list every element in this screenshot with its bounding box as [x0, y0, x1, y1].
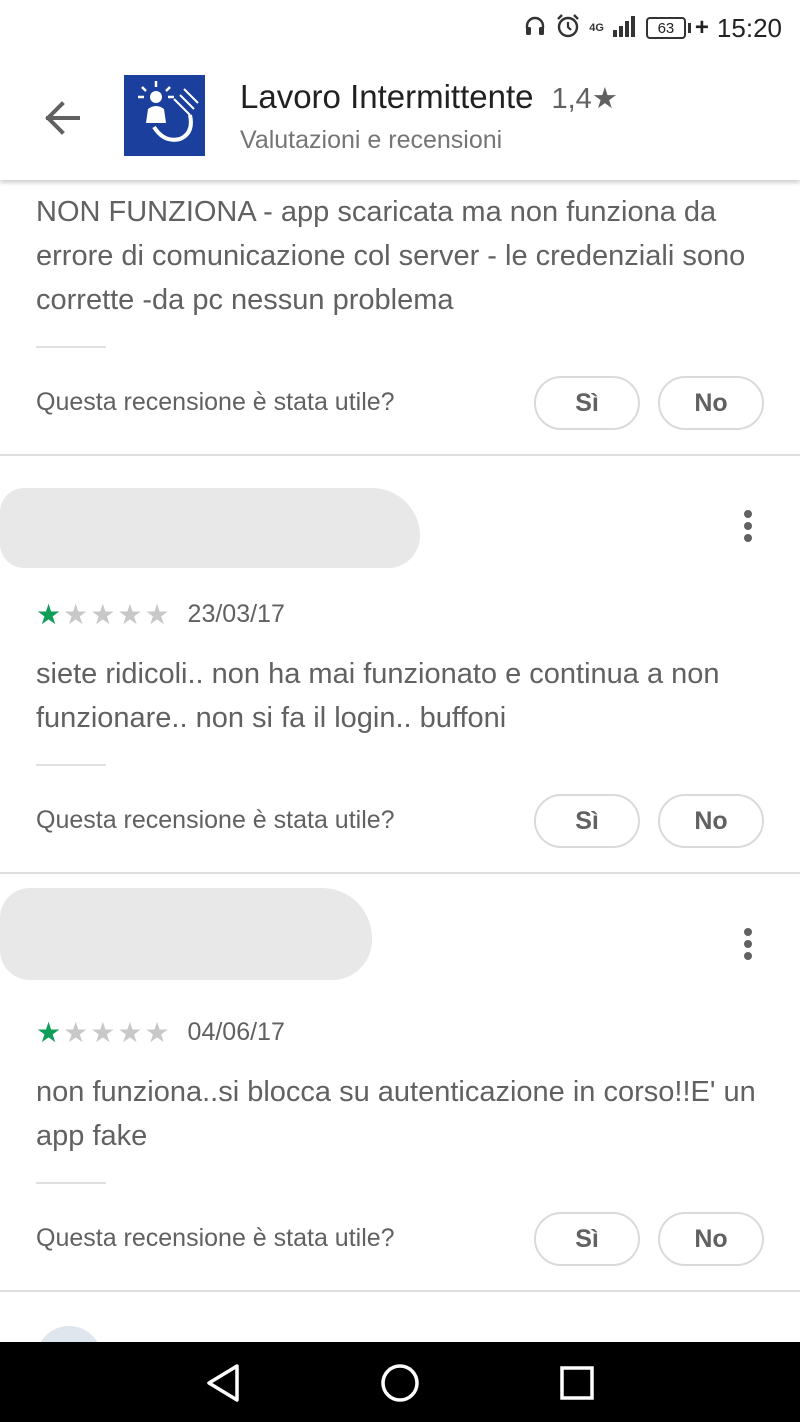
battery-icon: 63 + — [645, 14, 709, 42]
review-stars: ★ ★ ★ ★ ★ 23/03/17 — [36, 600, 285, 629]
nav-recents-button[interactable] — [552, 1358, 602, 1408]
arrow-back-icon — [45, 101, 80, 135]
helpful-yes-button[interactable]: Sì — [534, 794, 640, 848]
signal-icon — [612, 14, 638, 43]
helpful-row: Questa recensione è stata utile? Sì No — [0, 376, 800, 436]
battery-level: 63 — [645, 17, 686, 39]
review-divider — [0, 454, 800, 456]
divider — [36, 346, 106, 348]
more-options-button[interactable] — [736, 506, 760, 546]
back-button[interactable] — [36, 92, 88, 144]
headphones-icon — [523, 14, 547, 43]
review-card: siete ridicoli.. non ha mai funzionato e… — [0, 652, 800, 740]
star-icon: ★ — [90, 598, 116, 630]
star-icon: ★ — [144, 1016, 170, 1048]
helpful-row: Questa recensione è stata utile? Sì No — [0, 794, 800, 854]
charging-icon: + — [694, 14, 709, 41]
redacted-author — [0, 888, 372, 980]
star-icon: ★ — [117, 598, 143, 630]
helpful-question: Questa recensione è stata utile? — [36, 388, 395, 416]
helpful-question: Questa recensione è stata utile? — [36, 1224, 395, 1252]
helpful-no-button[interactable]: No — [658, 794, 764, 848]
network-type: 4G — [589, 22, 604, 34]
nav-back-button[interactable] — [198, 1358, 248, 1408]
status-time: 15:20 — [716, 12, 782, 43]
status-bar: 4G 63 + 15:20 — [0, 0, 800, 56]
status-icons: 4G 63 + 15:20 — [523, 10, 782, 46]
helpful-row: Questa recensione è stata utile? Sì No — [0, 1212, 800, 1272]
app-header: Lavoro Intermittente 1,4★ Valutazioni e … — [0, 56, 800, 180]
redacted-author — [0, 488, 420, 568]
star-icon: ★ — [90, 1016, 116, 1048]
star-icon: ★ — [63, 598, 89, 630]
navigation-bar — [0, 1342, 800, 1422]
review-card: NON FUNZIONA - app scaricata ma non funz… — [0, 190, 800, 322]
review-text: siete ridicoli.. non ha mai funzionato e… — [36, 658, 720, 734]
star-icon: ★ — [144, 598, 170, 630]
page-subtitle: Valutazioni e recensioni — [240, 126, 503, 154]
review-stars: ★ ★ ★ ★ ★ 04/06/17 — [36, 1018, 285, 1047]
helpful-question: Questa recensione è stata utile? — [36, 806, 395, 834]
app-title: Lavoro Intermittente — [240, 78, 534, 115]
helpful-yes-button[interactable]: Sì — [534, 1212, 640, 1266]
divider — [36, 764, 106, 766]
review-text: NON FUNZIONA - app scaricata ma non funz… — [36, 196, 746, 316]
alarm-icon — [555, 13, 581, 44]
recents-square-icon — [560, 1366, 594, 1400]
review-date: 04/06/17 — [187, 1018, 285, 1046]
divider — [36, 1182, 106, 1184]
helpful-yes-button[interactable]: Sì — [534, 376, 640, 430]
review-date: 23/03/17 — [187, 600, 285, 628]
helpful-no-button[interactable]: No — [658, 376, 764, 430]
review-text: non funziona..si blocca su autenticazion… — [36, 1076, 756, 1152]
app-rating: 1,4★ — [551, 83, 618, 115]
helpful-no-button[interactable]: No — [658, 1212, 764, 1266]
star-icon: ★ — [36, 1016, 62, 1048]
back-triangle-icon — [207, 1364, 239, 1402]
home-circle-icon — [381, 1364, 419, 1402]
nav-home-button[interactable] — [375, 1358, 425, 1408]
more-options-button[interactable] — [736, 924, 760, 964]
star-icon: ★ — [117, 1016, 143, 1048]
review-divider — [0, 1290, 800, 1292]
star-icon: ★ — [63, 1016, 89, 1048]
star-icon: ★ — [36, 598, 62, 630]
app-icon[interactable] — [124, 75, 205, 156]
review-card: non funziona..si blocca su autenticazion… — [0, 1070, 800, 1158]
review-divider — [0, 872, 800, 874]
